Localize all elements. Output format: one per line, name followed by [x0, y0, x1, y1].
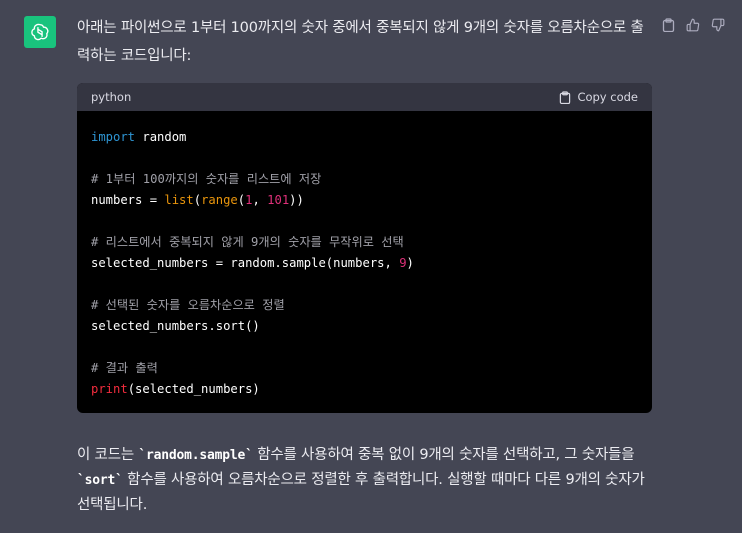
clipboard-icon [662, 18, 674, 32]
outro-text: 이 코드는 [77, 447, 139, 463]
intro-text: 아래는 파이썬으로 1부터 100까지의 숫자 중에서 중복되지 않게 9개의 … [77, 20, 644, 64]
inline-code: `random.sample` [138, 448, 253, 463]
thumbs-up-icon [686, 18, 700, 32]
code-language-label: python [91, 90, 132, 104]
inline-code: `sort` [77, 473, 123, 488]
code-token: selected_numbers.sort() [91, 319, 260, 333]
code-block-header: python Copy code [77, 83, 652, 111]
code-token: ) [406, 256, 414, 270]
code-token: selected_numbers = random.sample(numbers… [91, 256, 400, 270]
copy-code-label: Copy code [577, 90, 638, 104]
code-block: python Copy code import random # 1부터 100… [77, 83, 652, 413]
code-token: random [135, 130, 187, 144]
code-comment: # 결과 출력 [91, 361, 158, 375]
code-comment: # 1부터 100까지의 숫자를 리스트에 저장 [91, 172, 322, 186]
copy-message-button[interactable] [660, 17, 676, 33]
copy-code-button[interactable]: Copy code [559, 90, 638, 104]
code-content: import random # 1부터 100까지의 숫자를 리스트에 저장 n… [77, 111, 652, 400]
code-token: numbers = [91, 193, 165, 207]
code-token: (selected_numbers) [127, 382, 260, 396]
assistant-message-intro: 아래는 파이썬으로 1부터 100까지의 숫자 중에서 중복되지 않게 9개의 … [77, 14, 647, 70]
clipboard-icon [560, 90, 571, 104]
code-comment: # 선택된 숫자를 오름차순으로 정렬 [91, 298, 285, 312]
code-token: print [91, 382, 128, 396]
thumbs-down-icon [711, 18, 725, 32]
code-token: ( [237, 193, 246, 207]
code-token: 9 [399, 256, 407, 270]
code-token: ( [193, 193, 202, 207]
code-token: list [164, 193, 194, 207]
thumbs-down-button[interactable] [710, 17, 726, 33]
code-token: range [201, 193, 238, 207]
code-token: )) [289, 193, 304, 207]
message-actions [660, 17, 726, 33]
code-token: , [252, 193, 268, 207]
code-token: 101 [267, 193, 290, 207]
outro-text: 함수를 사용하여 중복 없이 9개의 숫자를 선택하고, 그 숫자들을 [252, 447, 635, 463]
code-comment: # 리스트에서 중복되지 않게 9개의 숫자를 무작위로 선택 [91, 235, 404, 249]
outro-text: 함수를 사용하여 오름차순으로 정렬한 후 출력합니다. 실행할 때마다 다른 … [77, 472, 645, 513]
thumbs-up-button[interactable] [685, 17, 701, 33]
code-token: import [91, 130, 136, 144]
assistant-message-outro: 이 코드는 `random.sample` 함수를 사용하여 중복 없이 9개의… [77, 443, 652, 518]
openai-logo-icon [31, 23, 49, 41]
assistant-avatar [24, 16, 56, 48]
